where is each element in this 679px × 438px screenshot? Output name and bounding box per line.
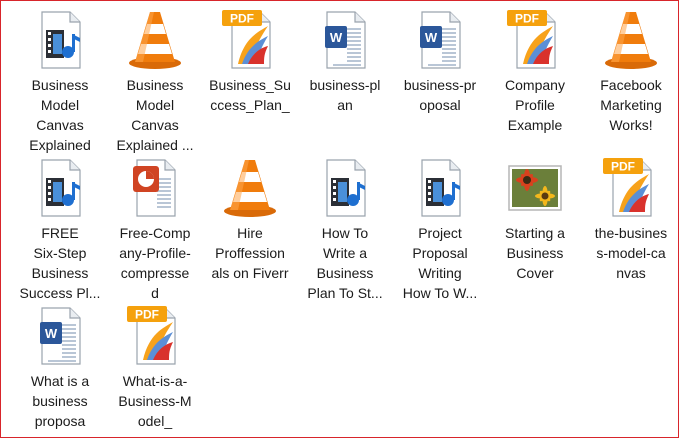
file-item[interactable]: W business-pr oposal — [396, 8, 484, 115]
pdf-file-icon: PDF — [123, 304, 187, 368]
video-file-icon — [313, 156, 377, 220]
video-file-icon — [28, 156, 92, 220]
word-document-icon: W — [408, 8, 472, 72]
file-item[interactable]: Business Model Canvas Explained — [16, 8, 104, 155]
svg-text:W: W — [425, 30, 438, 45]
file-item[interactable]: Free-Comp any-Profile- compresse d — [111, 156, 199, 303]
svg-text:W: W — [330, 30, 343, 45]
pdf-file-icon: PDF — [218, 8, 282, 72]
file-name: Facebook Marketing Works! — [600, 77, 662, 133]
file-item[interactable]: Starting a Business Cover — [491, 156, 579, 283]
file-item[interactable]: PDF Company Profile Example — [491, 8, 579, 135]
powerpoint-file-icon — [123, 156, 187, 220]
file-item[interactable]: W business-pl an — [301, 8, 389, 115]
file-name: Starting a Business Cover — [505, 225, 565, 281]
file-item[interactable]: Facebook Marketing Works! — [587, 8, 675, 135]
file-item[interactable]: PDF the-busines s-model-ca nvas — [587, 156, 675, 283]
image-file-icon — [503, 156, 567, 220]
file-name: Project Proposal Writing How To W... — [402, 225, 478, 301]
file-item[interactable]: PDF Business_Su ccess_Plan_ — [206, 8, 294, 115]
pdf-badge-text: PDF — [611, 160, 635, 174]
file-item[interactable]: How To Write a Business Plan To St... — [301, 156, 389, 303]
file-name: the-busines s-model-ca nvas — [594, 225, 668, 281]
file-name: Company Profile Example — [505, 77, 565, 133]
file-name: What is a business proposa — [30, 373, 90, 429]
svg-text:W: W — [45, 326, 58, 341]
file-item[interactable]: FREE Six-Step Business Success Pl... — [16, 156, 104, 303]
file-name: business-pr oposal — [403, 77, 477, 113]
file-item[interactable]: Hire Proffession als on Fiverr — [206, 156, 294, 283]
vlc-cone-icon — [599, 8, 663, 72]
word-document-icon: W — [313, 8, 377, 72]
file-name: business-pl an — [309, 77, 381, 113]
file-item[interactable]: Project Proposal Writing How To W... — [396, 156, 484, 303]
vlc-cone-icon — [123, 8, 187, 72]
file-name: Business Model Canvas Explained — [29, 77, 91, 153]
pdf-file-icon: PDF — [503, 8, 567, 72]
file-name: Business Model Canvas Explained ... — [116, 77, 194, 153]
word-document-icon: W — [28, 304, 92, 368]
pdf-file-icon: PDF — [599, 156, 663, 220]
file-item[interactable]: Business Model Canvas Explained ... — [111, 8, 199, 155]
pdf-badge-text: PDF — [230, 12, 254, 26]
file-name: How To Write a Business Plan To St... — [307, 225, 383, 301]
pdf-badge-text: PDF — [515, 12, 539, 26]
file-name: Free-Comp any-Profile- compresse d — [119, 225, 191, 301]
video-file-icon — [408, 156, 472, 220]
file-item[interactable]: PDF What-is-a- Business-M odel_ — [111, 304, 199, 431]
file-item[interactable]: W What is a business proposa — [16, 304, 104, 431]
file-name: FREE Six-Step Business Success Pl... — [19, 225, 101, 301]
file-name: What-is-a- Business-M odel_ — [118, 373, 192, 429]
video-file-icon — [28, 8, 92, 72]
file-icon-grid: Business Model Canvas Explained Business… — [0, 0, 679, 438]
vlc-cone-icon — [218, 156, 282, 220]
pdf-badge-text: PDF — [135, 308, 159, 322]
file-name: Hire Proffession als on Fiverr — [211, 225, 289, 281]
file-name: Business_Su ccess_Plan_ — [209, 77, 291, 113]
